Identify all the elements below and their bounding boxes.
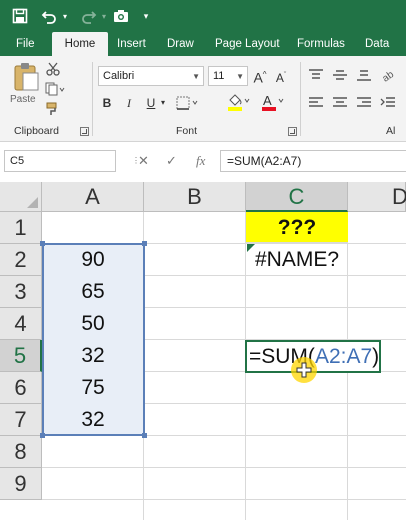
undo-dropdown-icon[interactable]: ▾ — [60, 0, 70, 32]
select-all-corner[interactable] — [0, 182, 42, 212]
align-bottom-icon[interactable] — [356, 68, 372, 82]
group-separator — [300, 62, 301, 136]
row-header-9[interactable]: 9 — [0, 468, 42, 500]
gridline — [42, 467, 406, 468]
chevron-down-icon: ▼ — [192, 72, 200, 81]
row-header-2[interactable]: 2 — [0, 244, 42, 276]
gridline — [42, 499, 406, 500]
camera-icon[interactable] — [110, 0, 132, 32]
row-header-6[interactable]: 6 — [0, 372, 42, 404]
row-header-8[interactable]: 8 — [0, 436, 42, 468]
undo-icon[interactable] — [38, 0, 60, 32]
column-header-d[interactable]: D — [348, 182, 406, 212]
font-size-select[interactable]: 11 ▼ — [208, 66, 248, 86]
chevron-down-icon: ▼ — [236, 72, 244, 81]
tab-home-label: Home — [64, 38, 96, 50]
tab-formulas[interactable]: Formulas — [297, 32, 345, 56]
italic-button[interactable]: I — [122, 94, 136, 112]
fill-color-icon[interactable] — [226, 92, 252, 112]
cell-a5[interactable]: 32 — [42, 340, 144, 372]
decrease-font-size-icon[interactable]: Aˇ — [274, 67, 288, 87]
cell-a7[interactable]: 32 — [42, 404, 144, 436]
align-left-icon[interactable] — [308, 96, 324, 110]
name-box[interactable]: C5 — [4, 150, 116, 172]
align-middle-icon[interactable] — [332, 68, 348, 82]
ribbon: Paste Clipboard Calibri ▼ 11 ▼ A^ Aˇ B I… — [0, 56, 406, 142]
title-bar: ▾ ▾ ▾ — [0, 0, 406, 32]
formula-range-reference: A2:A7 — [314, 345, 373, 368]
tab-data[interactable]: Data — [365, 32, 389, 56]
error-indicator-icon[interactable] — [247, 244, 255, 252]
paste-button[interactable]: Paste — [10, 62, 42, 106]
font-name-select[interactable]: Calibri ▼ — [98, 66, 204, 86]
font-launcher-icon[interactable] — [288, 127, 297, 136]
enter-icon[interactable]: ✓ — [166, 150, 177, 172]
clipboard-launcher-icon[interactable] — [80, 127, 89, 136]
cut-icon[interactable] — [46, 62, 60, 76]
tab-insert[interactable]: Insert — [117, 32, 146, 56]
cell-a4[interactable]: 50 — [42, 308, 144, 340]
tab-file[interactable]: File — [16, 32, 35, 56]
tab-home[interactable]: Home — [52, 32, 108, 56]
row-header-3[interactable]: 3 — [0, 276, 42, 308]
font-name-value: Calibri — [103, 70, 135, 82]
font-group-label: Font — [176, 125, 198, 137]
font-size-value: 11 — [213, 70, 225, 82]
cell-c2[interactable]: #NAME? — [246, 244, 348, 276]
cross-cursor-icon — [296, 362, 312, 378]
cell-a6[interactable]: 75 — [42, 372, 144, 404]
row-header-5[interactable]: 5 — [0, 340, 42, 372]
indent-icon[interactable] — [380, 96, 396, 110]
clipboard-icon — [14, 63, 39, 91]
tab-page-layout[interactable]: Page Layout — [215, 32, 280, 56]
cancel-icon[interactable]: ✕ — [138, 150, 149, 172]
formula-bar: C5 ⋮ ✕ ✓ fx =SUM(A2:A7) — [0, 142, 406, 178]
bold-button[interactable]: B — [100, 94, 114, 112]
chevron-down-icon[interactable]: ▾ — [158, 94, 168, 112]
align-right-icon[interactable] — [356, 96, 372, 110]
cell-a3[interactable]: 65 — [42, 276, 144, 308]
column-header-b[interactable]: B — [144, 182, 246, 212]
tab-draw[interactable]: Draw — [167, 32, 194, 56]
increase-font-size-icon[interactable]: A^ — [253, 66, 267, 87]
alignment-group-label: Al — [386, 125, 396, 137]
redo-dropdown-icon[interactable]: ▾ — [99, 0, 109, 32]
paste-label: Paste — [10, 94, 36, 105]
cell-a2[interactable]: 90 — [42, 244, 144, 276]
orientation-icon[interactable]: ab — [380, 66, 397, 85]
redo-icon[interactable] — [78, 0, 100, 32]
copy-icon[interactable] — [45, 82, 65, 96]
underline-button[interactable]: U — [144, 94, 158, 112]
row-header-1[interactable]: 1 — [0, 212, 42, 244]
align-top-icon[interactable] — [308, 68, 324, 82]
column-header-c[interactable]: C — [246, 182, 348, 212]
group-separator — [92, 62, 93, 136]
svg-text:ab: ab — [381, 69, 396, 82]
svg-text:A: A — [263, 93, 272, 108]
formula-close-paren: ) — [372, 345, 380, 368]
column-header-a[interactable]: A — [42, 182, 144, 212]
insert-function-icon[interactable]: fx — [196, 150, 205, 172]
customize-icon[interactable]: ▾ — [140, 0, 152, 32]
formula-input[interactable]: =SUM(A2:A7) — [220, 150, 406, 172]
font-color-icon[interactable]: A — [260, 92, 286, 112]
row-header-7[interactable]: 7 — [0, 404, 42, 436]
ribbon-tabs: File Home Insert Draw Page Layout Formul… — [0, 32, 406, 56]
save-icon[interactable] — [8, 0, 32, 32]
clipboard-group-label: Clipboard — [14, 125, 59, 137]
row-header-4[interactable]: 4 — [0, 308, 42, 340]
borders-icon[interactable] — [176, 96, 200, 110]
format-painter-icon[interactable] — [46, 102, 60, 116]
formula-buttons: ⋮ ✕ ✓ fx — [126, 150, 216, 172]
align-center-icon[interactable] — [332, 96, 348, 110]
cell-c1[interactable]: ??? — [246, 212, 348, 244]
